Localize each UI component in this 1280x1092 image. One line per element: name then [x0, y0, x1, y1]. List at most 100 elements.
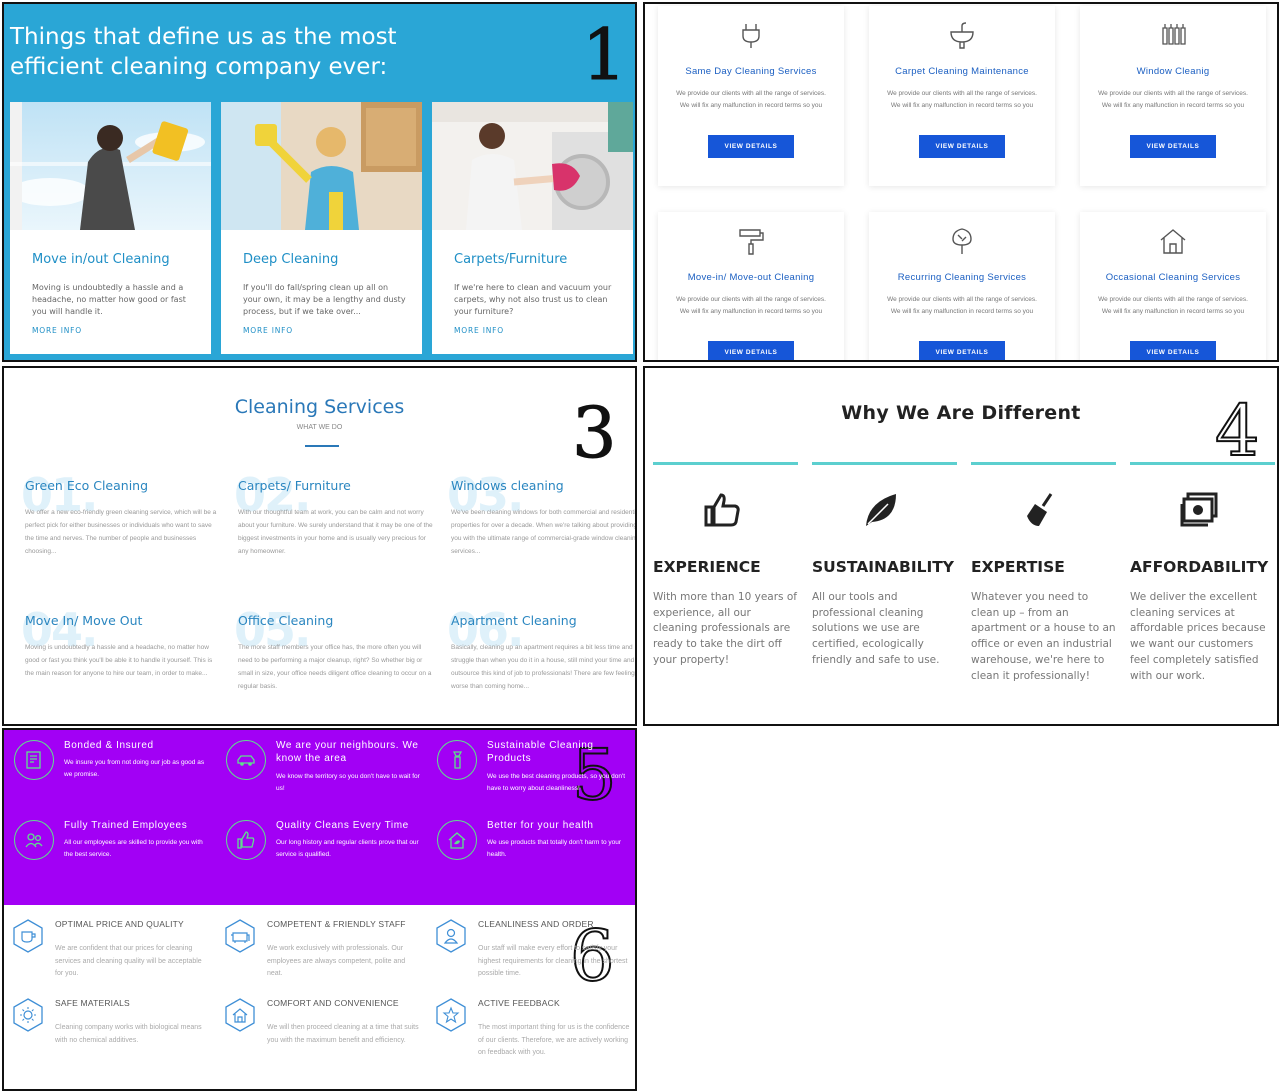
- section-subtitle: WHAT WE DO: [296, 424, 343, 431]
- feature-column: AFFORDABILITY We deliver the excellent c…: [1130, 462, 1275, 682]
- view-details-button[interactable]: VIEW DETAILS: [1130, 135, 1216, 158]
- more-info-link[interactable]: MORE INFO: [243, 326, 293, 335]
- money-icon: [1180, 492, 1218, 527]
- feature-column: EXPERTISE Whatever you need to clean up …: [971, 462, 1116, 682]
- advantage-item: SAFE MATERIALS Cleaning company works wi…: [6, 984, 206, 1064]
- panel-3-cleaning-services: Cleaning Services WHAT WE DO 3 01. Green…: [2, 366, 637, 726]
- thumbs-up-icon: [704, 493, 740, 527]
- leaf-icon: [866, 494, 896, 526]
- item-title[interactable]: Office Cleaning: [238, 613, 333, 628]
- sun-icon: [13, 998, 43, 1032]
- title-underline: [305, 445, 339, 447]
- panel-number: 3: [572, 392, 618, 474]
- item-title[interactable]: Move In/ Move Out: [25, 613, 142, 628]
- advantage-item: CLEANLINESS AND ORDER Our staff will mak…: [429, 905, 629, 985]
- accent-bar: [812, 462, 957, 465]
- feature-text: Whatever you need to clean up – from an …: [971, 591, 1116, 682]
- service-text: We provide our clients with all the rang…: [1098, 90, 1248, 109]
- laundry-photo: [432, 102, 633, 230]
- feature-text: We deliver the excellent cleaning servic…: [1130, 591, 1266, 682]
- feature-item: Bonded & Insured We insure you from not …: [4, 730, 204, 800]
- service-text: We provide our clients with all the rang…: [887, 90, 1037, 109]
- advantage-item: OPTIMAL PRICE AND QUALITY We are confide…: [6, 905, 206, 985]
- feature-title: EXPERTISE: [971, 558, 1065, 576]
- feature-text: We know the territory so you don't have …: [276, 773, 420, 792]
- feature-title: Better for your health: [487, 820, 594, 831]
- advantage-text: We are confident that our prices for cle…: [55, 945, 202, 978]
- feature-title: SUSTAINABILITY: [812, 558, 955, 576]
- view-details-button[interactable]: VIEW DETAILS: [1130, 341, 1216, 360]
- advantage-item: ACTIVE FEEDBACK The most important thing…: [429, 984, 629, 1064]
- service-text: We provide our clients with all the rang…: [676, 296, 826, 315]
- feature-text: Our long history and regular clients pro…: [276, 839, 419, 858]
- item-title[interactable]: Apartment Cleaning: [451, 613, 577, 628]
- feature-item: Fully Trained Employees All our employee…: [4, 810, 204, 880]
- service-box: Recurring Cleaning Services We provide o…: [869, 212, 1055, 360]
- spray-bottle-icon: [437, 740, 477, 780]
- feature-text: We use the best cleaning products, so yo…: [487, 773, 626, 792]
- user-icon: [436, 919, 466, 953]
- panel-5-purple-features: 5 Bonded & Insured We insure you from no…: [2, 728, 637, 906]
- service-box: Move-in/ Move-out Cleaning We provide ou…: [658, 212, 844, 360]
- accent-bar: [653, 462, 798, 465]
- house-icon: [1160, 229, 1186, 254]
- feature-text: We insure you from not doing our job as …: [64, 759, 205, 778]
- sink-icon: [950, 22, 974, 49]
- users-icon: [14, 820, 54, 860]
- star-icon: [436, 998, 466, 1032]
- feature-title: AFFORDABILITY: [1130, 558, 1269, 576]
- service-item: 06. Apartment Cleaning Basically, cleani…: [447, 603, 635, 724]
- feature-column: SUSTAINABILITY All our tools and profess…: [812, 462, 957, 666]
- service-item: 04. Move In/ Move Out Moving is undoubte…: [21, 603, 225, 724]
- advantage-item: COMFORT AND CONVENIENCE We will then pro…: [218, 984, 419, 1064]
- service-card[interactable]: Carpets/Furniture If we're here to clean…: [432, 102, 633, 354]
- panel-1-services-cards: Things that define us as the most effici…: [2, 2, 637, 362]
- service-box: Carpet Cleaning Maintenance We provide o…: [869, 6, 1055, 186]
- view-details-button[interactable]: VIEW DETAILS: [919, 341, 1005, 360]
- service-item: 02. Carpets/ Furniture With our thoughtf…: [234, 468, 438, 608]
- feature-title: Bonded & Insured: [64, 740, 154, 751]
- view-details-button[interactable]: VIEW DETAILS: [919, 135, 1005, 158]
- service-item: 03. Windows cleaning We've been cleaning…: [447, 468, 635, 608]
- service-title: Move-in/ Move-out Cleaning: [687, 272, 815, 283]
- feature-text: With more than 10 years of experience, a…: [653, 591, 797, 666]
- service-text: We provide our clients with all the rang…: [1098, 296, 1248, 315]
- feature-title: Fully Trained Employees: [64, 820, 188, 831]
- card-title: Move in/out Cleaning: [32, 252, 170, 267]
- feature-text: We use products that totally don't harm …: [487, 839, 622, 858]
- view-details-button[interactable]: VIEW DETAILS: [708, 135, 794, 158]
- item-title[interactable]: Carpets/ Furniture: [238, 478, 351, 493]
- feature-text: All our tools and professional cleaning …: [812, 591, 940, 666]
- service-title: Recurring Cleaning Services: [897, 272, 1027, 283]
- item-title[interactable]: Windows cleaning: [451, 478, 564, 493]
- item-text: We offer a new eco-friendly green cleani…: [25, 509, 217, 555]
- service-text: We provide our clients with all the rang…: [887, 296, 1037, 315]
- feature-title: We are your neighbours. We know the area: [276, 740, 419, 764]
- more-info-link[interactable]: MORE INFO: [32, 326, 82, 335]
- feature-title: EXPERIENCE: [653, 558, 761, 576]
- cleaning-window-photo: [10, 102, 211, 230]
- panel-4-why-different: Why We Are Different 4 EXPERIENCE With m…: [643, 366, 1279, 726]
- item-text: With our thoughtful team at work, you ca…: [238, 509, 433, 555]
- item-title[interactable]: Green Eco Cleaning: [25, 478, 148, 493]
- more-info-link[interactable]: MORE INFO: [454, 326, 504, 335]
- card-title: Carpets/Furniture: [454, 252, 568, 267]
- view-details-button[interactable]: VIEW DETAILS: [708, 341, 794, 360]
- radiator-icon: [1162, 24, 1186, 45]
- service-card[interactable]: Move in/out Cleaning Moving is undoubted…: [10, 102, 211, 354]
- advantage-title: COMPETENT & FRIENDLY STAFF: [267, 919, 406, 929]
- item-text: The more staff members your office has, …: [238, 644, 432, 690]
- card-text: Moving is undoubtedly a hassle and a hea…: [32, 283, 186, 316]
- panel-number: 1: [582, 14, 628, 96]
- feature-item: Better for your health We use products t…: [427, 810, 627, 880]
- advantage-text: Our staff will make every effort to sati…: [478, 945, 628, 978]
- advantage-text: Cleaning company works with biological m…: [55, 1024, 202, 1044]
- plug-icon: [742, 24, 760, 48]
- service-card[interactable]: Deep Cleaning If you'll do fall/spring c…: [221, 102, 422, 354]
- cup-icon: [13, 919, 43, 953]
- panel-2-service-grid: 2 Same Day Cleaning Services We provide …: [643, 2, 1279, 362]
- feature-text: All our employees are skilled to provide…: [64, 839, 203, 858]
- item-text: Moving is undoubtedly a hassle and a hea…: [25, 644, 213, 677]
- feature-item: Quality Cleans Every Time Our long histo…: [216, 810, 419, 880]
- tree-icon: [952, 228, 972, 254]
